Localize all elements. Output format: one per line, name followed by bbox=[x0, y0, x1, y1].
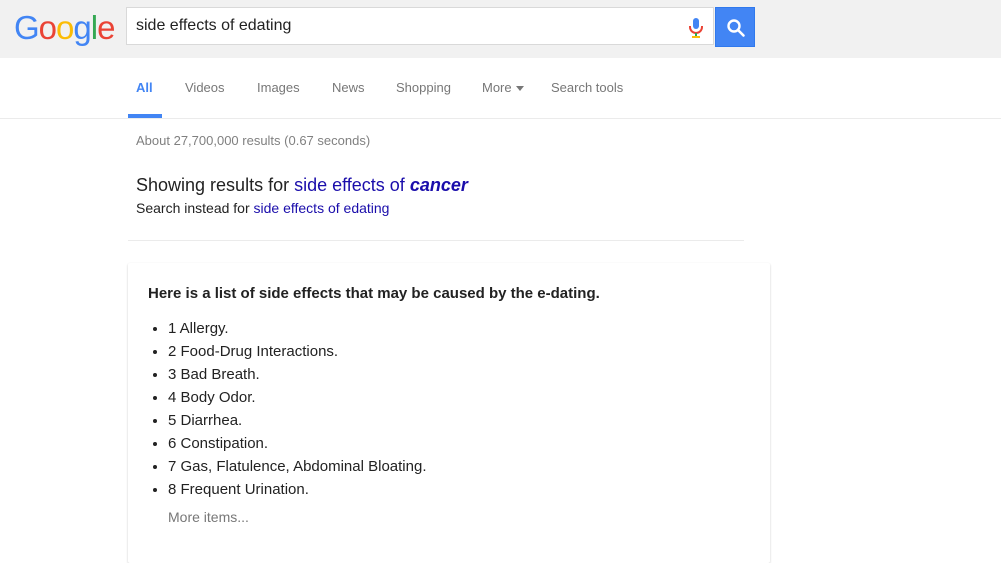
original-query-link[interactable]: side effects of edating bbox=[254, 200, 390, 216]
tab-videos[interactable]: Videos bbox=[185, 80, 225, 95]
tab-shopping[interactable]: Shopping bbox=[396, 80, 451, 95]
search-tabs: All Videos Images News Shopping More Sea… bbox=[0, 58, 1001, 119]
list-item: 5 Diarrhea. bbox=[168, 409, 427, 432]
search-instead: Search instead for side effects of edati… bbox=[136, 200, 389, 216]
result-stats: About 27,700,000 results (0.67 seconds) bbox=[136, 133, 371, 148]
more-items-link[interactable]: More items... bbox=[168, 509, 249, 525]
list-item: 2 Food-Drug Interactions. bbox=[168, 340, 427, 363]
search-button[interactable] bbox=[715, 7, 755, 47]
showing-results: Showing results for side effects of canc… bbox=[136, 175, 468, 196]
google-logo[interactable]: Google bbox=[14, 9, 115, 46]
list-item: 7 Gas, Flatulence, Abdominal Bloating. bbox=[168, 455, 427, 478]
tab-images[interactable]: Images bbox=[257, 80, 300, 95]
logo-letter: o bbox=[56, 9, 74, 46]
instead-prefix: Search instead for bbox=[136, 200, 254, 216]
active-tab-indicator bbox=[128, 114, 162, 118]
search-icon bbox=[727, 19, 745, 37]
header-bar: Google bbox=[0, 0, 1001, 59]
corrected-query-bold: cancer bbox=[409, 175, 468, 195]
tab-search-tools[interactable]: Search tools bbox=[551, 80, 623, 95]
logo-letter: o bbox=[38, 9, 57, 46]
logo-letter: g bbox=[73, 9, 91, 46]
list-item: 8 Frequent Urination. bbox=[168, 478, 427, 501]
showing-prefix: Showing results for bbox=[136, 175, 295, 195]
tab-more[interactable]: More bbox=[482, 80, 524, 95]
corrected-query-link[interactable]: side effects of cancer bbox=[294, 175, 468, 195]
search-input[interactable] bbox=[136, 8, 666, 44]
featured-snippet-card: Here is a list of side effects that may … bbox=[128, 263, 770, 563]
logo-letter: e bbox=[97, 9, 115, 46]
snippet-list: 1 Allergy. 2 Food-Drug Interactions. 3 B… bbox=[148, 317, 427, 501]
list-item: 3 Bad Breath. bbox=[168, 363, 427, 386]
snippet-title: Here is a list of side effects that may … bbox=[148, 285, 600, 302]
divider bbox=[128, 240, 744, 241]
list-item: 6 Constipation. bbox=[168, 432, 427, 455]
list-item: 1 Allergy. bbox=[168, 317, 427, 340]
list-item: 4 Body Odor. bbox=[168, 386, 427, 409]
microphone-icon[interactable] bbox=[687, 17, 705, 39]
caret-down-icon bbox=[515, 86, 524, 92]
tab-more-label: More bbox=[482, 80, 512, 95]
logo-letter: G bbox=[14, 9, 40, 46]
tab-news[interactable]: News bbox=[332, 80, 365, 95]
corrected-query-plain: side effects of bbox=[294, 175, 410, 195]
search-box bbox=[126, 7, 714, 45]
tab-all[interactable]: All bbox=[136, 80, 153, 95]
